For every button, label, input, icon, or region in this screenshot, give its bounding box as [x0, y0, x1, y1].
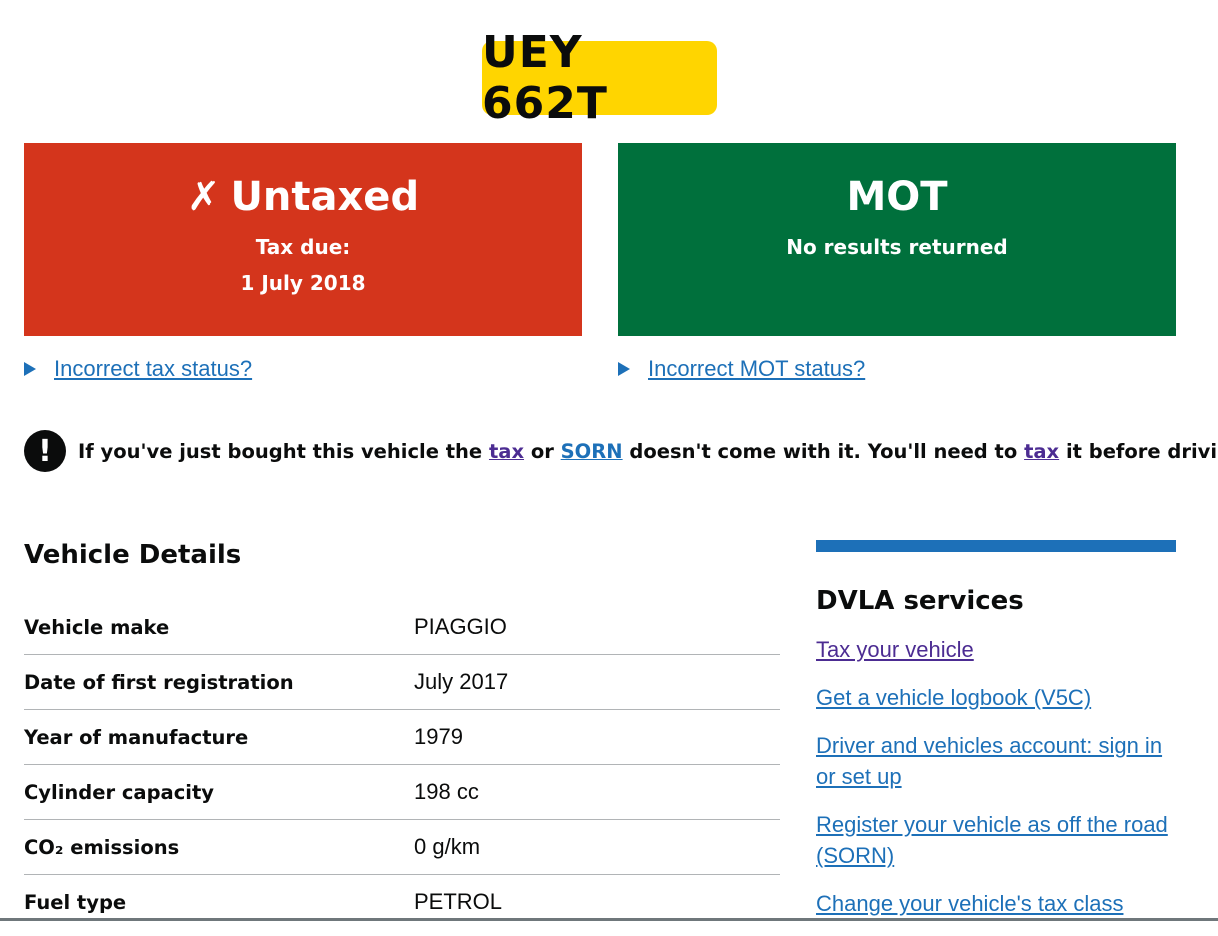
incorrect-tax-status-link[interactable]: Incorrect tax status?	[54, 355, 252, 383]
row-label: Year of manufacture	[24, 725, 249, 749]
get-logbook-link[interactable]: Get a vehicle logbook (V5C)	[816, 682, 1176, 713]
row-value: 1979	[414, 724, 463, 749]
tax-due-date: 1 July 2018	[240, 271, 366, 295]
tax-status-text: Untaxed	[230, 174, 420, 220]
table-row: Date of first registration July 2017	[24, 655, 780, 710]
register-sorn-link[interactable]: Register your vehicle as off the road (S…	[816, 809, 1176, 871]
row-value: 0 g/km	[414, 834, 481, 859]
row-label: Cylinder capacity	[24, 780, 214, 804]
warning-message: If you've just bought this vehicle the t…	[78, 440, 1218, 463]
dvla-services-panel: DVLA services Tax your vehicle Get a veh…	[816, 540, 1176, 936]
tax-link[interactable]: tax	[489, 440, 524, 463]
table-row: CO₂ emissions 0 g/km	[24, 820, 780, 875]
mot-status-message: No results returned	[786, 235, 1008, 259]
sorn-link[interactable]: SORN	[561, 440, 623, 463]
warning-text: ! If you've just bought this vehicle the…	[24, 430, 1218, 472]
tax-due-label: Tax due:	[255, 235, 351, 259]
incorrect-mot-status-toggle[interactable]: Incorrect MOT status?	[618, 355, 865, 383]
row-value: PIAGGIO	[414, 614, 507, 639]
row-label: Vehicle make	[24, 615, 170, 639]
row-value: PETROL	[414, 889, 503, 914]
warning-part-1: If you've just bought this vehicle the	[78, 439, 483, 463]
table-row: Vehicle make PIAGGIO	[24, 600, 780, 655]
row-label: Date of first registration	[24, 670, 294, 694]
tax-status-panel: ✗ Untaxed Tax due: 1 July 2018	[24, 143, 582, 336]
mot-status-heading: MOT	[846, 174, 948, 220]
row-value: 198 cc	[414, 779, 479, 804]
row-label: Fuel type	[24, 890, 127, 914]
table-row: Cylinder capacity 198 cc	[24, 765, 780, 820]
row-label: CO₂ emissions	[24, 835, 180, 859]
change-tax-class-link[interactable]: Change your vehicle's tax class	[816, 888, 1176, 919]
warning-part-2: doesn't come with it. You'll need to	[629, 439, 1018, 463]
services-top-bar	[816, 540, 1176, 552]
warning-or: or	[530, 439, 554, 463]
driver-account-link[interactable]: Driver and vehicles account: sign in or …	[816, 730, 1176, 792]
exclamation-icon: !	[24, 430, 66, 472]
cross-icon: ✗	[186, 174, 221, 220]
tax-your-vehicle-link[interactable]: Tax your vehicle	[816, 634, 1176, 665]
vehicle-details-table: Vehicle make PIAGGIO Date of first regis…	[24, 600, 780, 929]
tax-status-heading: ✗ Untaxed	[24, 173, 582, 221]
incorrect-tax-status-toggle[interactable]: Incorrect tax status?	[24, 355, 252, 383]
table-row: Year of manufacture 1979	[24, 710, 780, 765]
vehicle-details-title: Vehicle Details	[24, 540, 242, 570]
registration-plate: UEY 662T	[482, 27, 717, 129]
dvla-services-title: DVLA services	[816, 586, 1024, 616]
mot-status-panel: MOT No results returned	[618, 143, 1176, 336]
triangle-right-icon	[24, 362, 36, 376]
warning-part-3: it before driving it.	[1065, 439, 1218, 463]
row-value: July 2017	[414, 669, 509, 694]
triangle-right-icon	[618, 362, 630, 376]
incorrect-mot-status-link[interactable]: Incorrect MOT status?	[648, 355, 865, 383]
tax-link-2[interactable]: tax	[1024, 440, 1059, 463]
